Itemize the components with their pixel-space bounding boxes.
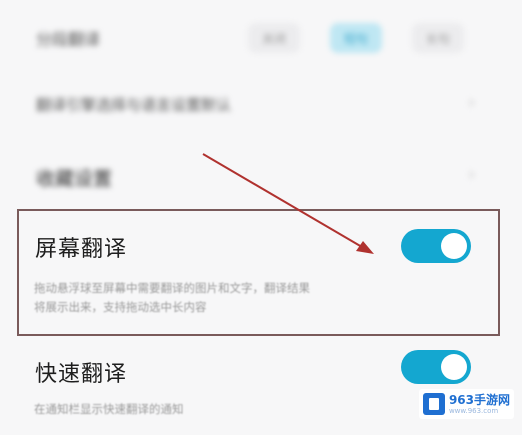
watermark-main-text: 963手游网 (448, 392, 510, 407)
site-watermark: 963手游网 www.963.com (418, 389, 514, 419)
annotation-arrow (202, 153, 374, 254)
watermark-sub-text: www.963.com (448, 406, 499, 415)
watermark-logo-icon (422, 393, 445, 415)
